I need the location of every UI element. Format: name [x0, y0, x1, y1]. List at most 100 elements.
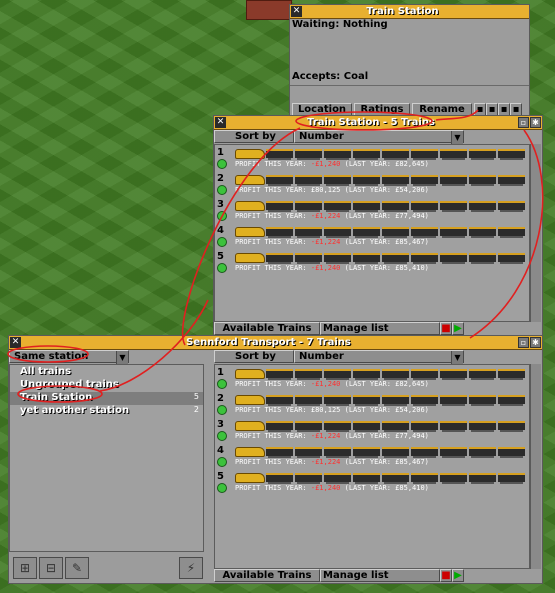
- close-icon[interactable]: ✕: [215, 117, 226, 128]
- vehicle-row[interactable]: 4 PROFIT THIS YEAR: -£1,224 (LAST YEAR: £…: [215, 225, 531, 251]
- profit-label: PROFIT THIS YEAR:: [235, 186, 307, 194]
- wagon-icon: [324, 421, 351, 432]
- wagon-icon: [295, 447, 322, 458]
- profit-label: PROFIT THIS YEAR:: [235, 380, 307, 388]
- wagon-icon: [353, 369, 380, 380]
- wagon-icon: [266, 201, 293, 212]
- available-trains-button[interactable]: Available Trains: [214, 569, 320, 582]
- wagon-icon: [469, 369, 496, 380]
- wagon-icon: [353, 149, 380, 160]
- vehicle-row[interactable]: 5 PROFIT THIS YEAR: -£1,240 (LAST YEAR: £…: [215, 251, 531, 277]
- status-dot-icon: [217, 431, 227, 441]
- wagon-icon: [382, 253, 409, 264]
- profit-text: PROFIT THIS YEAR: -£1,224 (LAST YEAR: £8…: [235, 238, 429, 246]
- group-label: Train Station: [20, 392, 93, 403]
- vehicle-number: 2: [217, 173, 224, 184]
- replace-protection-icon[interactable]: ⚡: [179, 557, 203, 579]
- sort-by-button[interactable]: Sort by: [214, 350, 294, 363]
- sort-by-button[interactable]: Sort by: [214, 130, 294, 143]
- manage-list-button[interactable]: Manage list: [320, 569, 440, 582]
- station-trains-window: ✕ Train Station - 5 Trains ▫ ✱ Sort by N…: [213, 115, 543, 337]
- wagon-icon: [469, 395, 496, 406]
- wagon-icon: [382, 395, 409, 406]
- wagon-icon: [440, 253, 467, 264]
- vehicle-row[interactable]: 3 PROFIT THIS YEAR: -£1,224 (LAST YEAR: £…: [215, 199, 531, 225]
- sort-dropdown[interactable]: Number ▼: [294, 130, 464, 144]
- pin-icon[interactable]: ✱: [530, 337, 541, 348]
- profit-value: -£1,224: [310, 458, 341, 466]
- clone-icon[interactable]: ▫: [518, 117, 529, 128]
- wagon-icon: [382, 369, 409, 380]
- sort-value: Number: [299, 351, 344, 362]
- wagon-icon: [469, 201, 496, 212]
- vehicle-row[interactable]: 2 PROFIT THIS YEAR: £80,125 (LAST YEAR: £…: [215, 393, 531, 419]
- available-trains-button[interactable]: Available Trains: [214, 322, 320, 335]
- last-year-value: (LAST YEAR: £54,206): [344, 406, 429, 414]
- group-item[interactable]: Train Station 5: [10, 392, 203, 405]
- start-all-icon[interactable]: ▶: [452, 569, 464, 582]
- wagon-icon: [440, 473, 467, 484]
- locomotive-icon: [235, 227, 265, 237]
- status-dot-icon: [217, 185, 227, 195]
- titlebar[interactable]: ✕ Train Station - 5 Trains ▫ ✱: [214, 116, 542, 130]
- wagon-icon: [324, 175, 351, 186]
- wagon-icon: [266, 253, 293, 264]
- profit-label: PROFIT THIS YEAR:: [235, 264, 307, 272]
- wagon-icon: [469, 149, 496, 160]
- start-all-icon[interactable]: ▶: [452, 322, 464, 335]
- vehicle-row[interactable]: 1 PROFIT THIS YEAR: -£1,240 (LAST YEAR: £…: [215, 147, 531, 173]
- profit-text: PROFIT THIS YEAR: -£1,224 (LAST YEAR: £7…: [235, 212, 429, 220]
- group-item[interactable]: Ungrouped trains: [10, 379, 203, 392]
- delete-group-icon[interactable]: ⊟: [39, 557, 63, 579]
- vehicle-number: 3: [217, 419, 224, 430]
- vehicle-row[interactable]: 3 PROFIT THIS YEAR: -£1,224 (LAST YEAR: £…: [215, 419, 531, 445]
- status-dot-icon: [217, 263, 227, 273]
- new-group-icon[interactable]: ⊞: [13, 557, 37, 579]
- close-icon[interactable]: ✕: [291, 6, 302, 17]
- wagon-icon: [382, 473, 409, 484]
- wagon-icon: [498, 447, 525, 458]
- stop-all-icon[interactable]: ■: [440, 569, 452, 582]
- scrollbar[interactable]: [530, 144, 541, 322]
- titlebar[interactable]: ✕ Train Station: [290, 5, 529, 19]
- group-by-dropdown[interactable]: Same station ▼: [9, 350, 129, 364]
- rename-group-icon[interactable]: ✎: [65, 557, 89, 579]
- wagon-icon: [353, 253, 380, 264]
- titlebar[interactable]: ✕ Sennford Transport - 7 Trains ▫ ✱: [9, 336, 542, 350]
- clone-icon[interactable]: ▫: [518, 337, 529, 348]
- group-count: 2: [193, 405, 199, 414]
- stop-all-icon[interactable]: ■: [440, 322, 452, 335]
- vehicle-row[interactable]: 2 PROFIT THIS YEAR: £80,125 (LAST YEAR: £…: [215, 173, 531, 199]
- profit-label: PROFIT THIS YEAR:: [235, 212, 307, 220]
- wagon-icon: [469, 175, 496, 186]
- pin-icon[interactable]: ✱: [530, 117, 541, 128]
- accepts-text: Accepts: Coal: [292, 71, 369, 82]
- close-icon[interactable]: ✕: [10, 337, 21, 348]
- company-window: ✕ Sennford Transport - 7 Trains ▫ ✱ Same…: [8, 335, 543, 584]
- wagon-icon: [411, 227, 438, 238]
- locomotive-icon: [235, 201, 265, 211]
- wagon-icon: [498, 253, 525, 264]
- last-year-value: (LAST YEAR: £77,494): [344, 212, 429, 220]
- profit-label: PROFIT THIS YEAR:: [235, 160, 307, 168]
- building: [246, 0, 292, 20]
- wagon-icon: [324, 149, 351, 160]
- wagon-icon: [324, 473, 351, 484]
- group-item[interactable]: yet another station 2: [10, 405, 203, 418]
- sort-dropdown[interactable]: Number ▼: [294, 350, 464, 364]
- vehicle-row[interactable]: 1 PROFIT THIS YEAR: -£1,240 (LAST YEAR: £…: [215, 367, 531, 393]
- wagon-icon: [295, 421, 322, 432]
- scrollbar[interactable]: [530, 364, 541, 569]
- manage-list-button[interactable]: Manage list: [320, 322, 440, 335]
- group-label: yet another station: [20, 405, 130, 416]
- wagon-icon: [266, 227, 293, 238]
- profit-label: PROFIT THIS YEAR:: [235, 406, 307, 414]
- profit-value: -£1,224: [310, 432, 341, 440]
- wagon-icon: [440, 149, 467, 160]
- vehicle-row[interactable]: 4 PROFIT THIS YEAR: -£1,224 (LAST YEAR: £…: [215, 445, 531, 471]
- wagon-icon: [353, 201, 380, 212]
- wagon-icon: [295, 369, 322, 380]
- group-item[interactable]: All trains: [10, 366, 203, 379]
- vehicle-row[interactable]: 5 PROFIT THIS YEAR: -£1,240 (LAST YEAR: £…: [215, 471, 531, 497]
- wagon-icon: [295, 201, 322, 212]
